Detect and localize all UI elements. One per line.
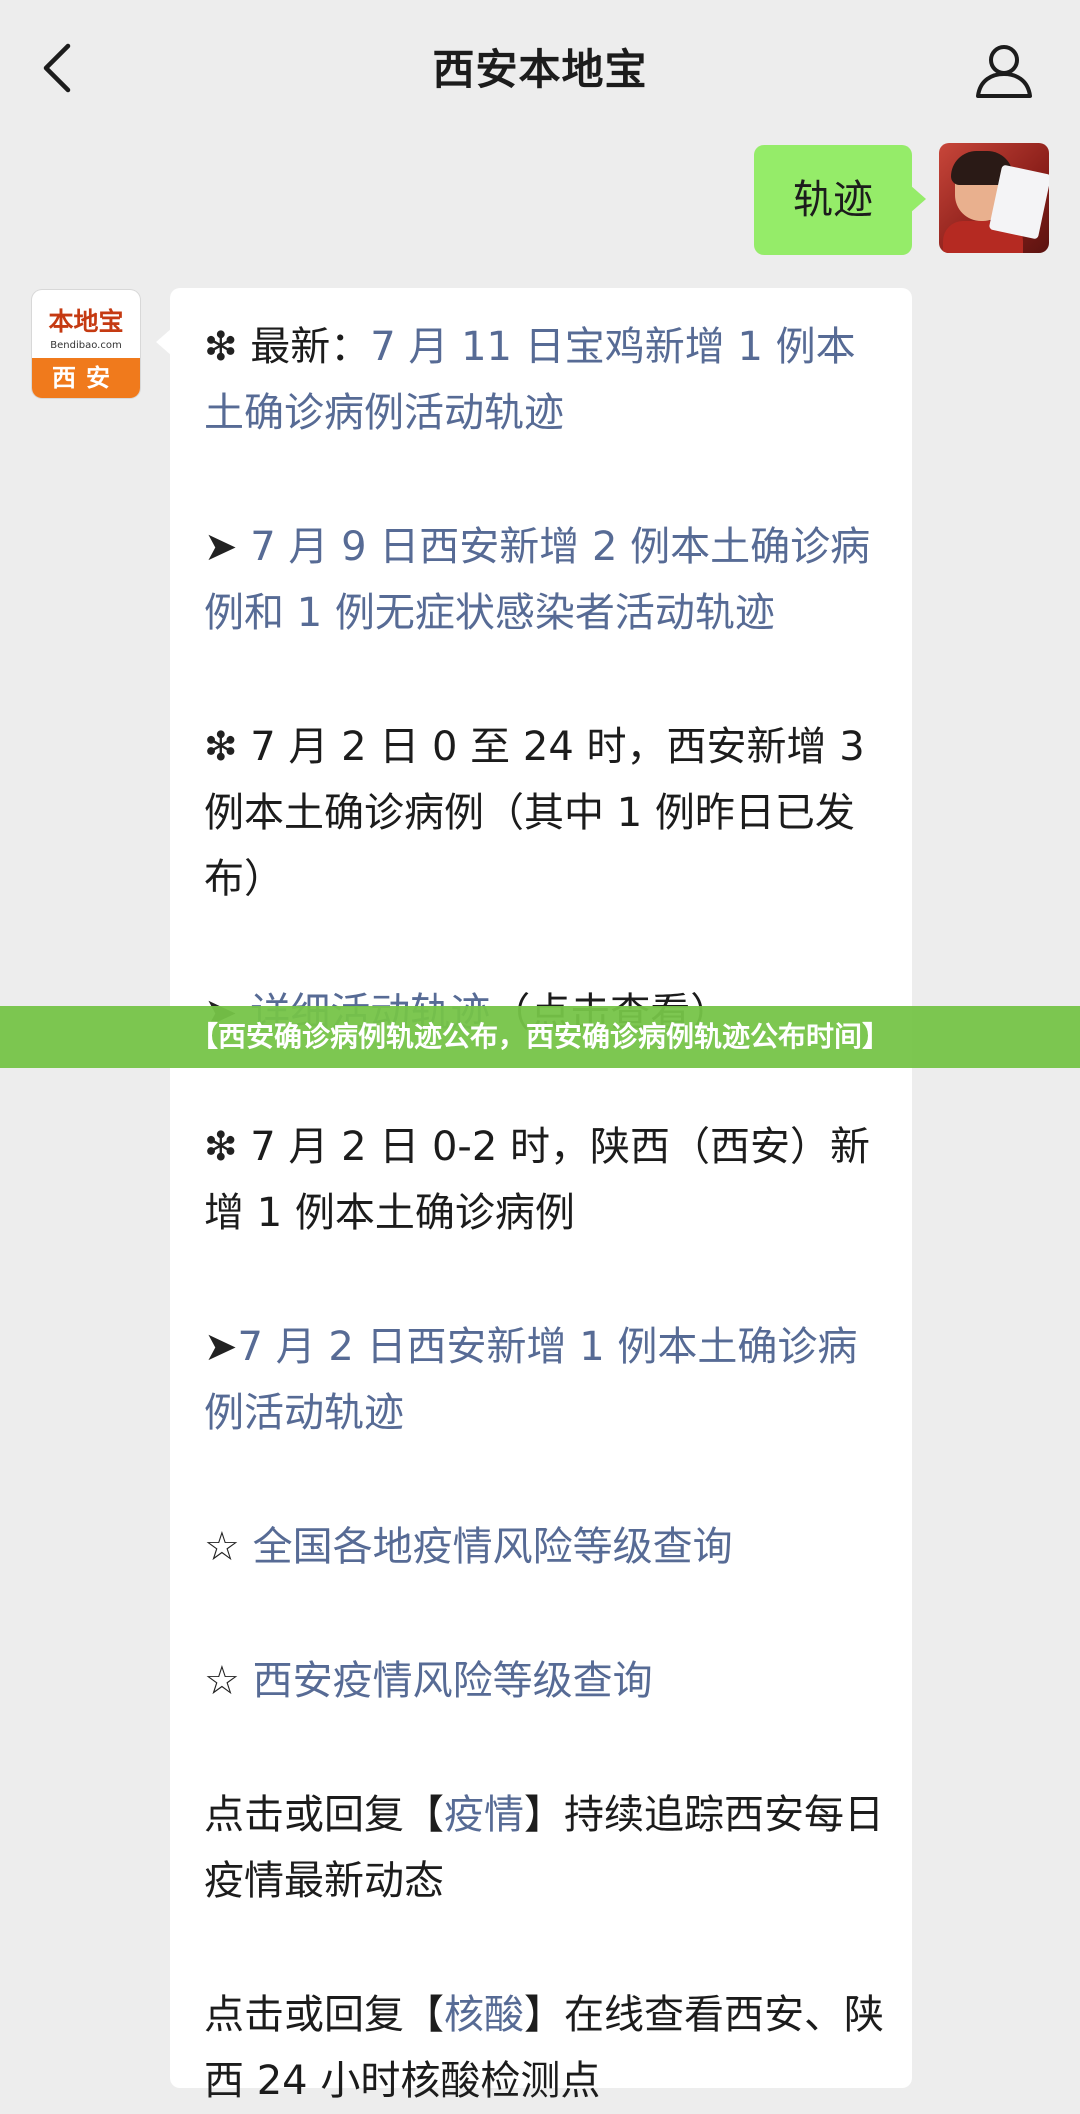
message-prefix: 点击或回复【: [204, 1792, 444, 1838]
message-link[interactable]: 核酸: [444, 1992, 524, 2038]
message-link[interactable]: 7 月 9 日西安新增 2 例本土确诊病例和 1 例无症状感染者活动轨迹: [204, 524, 870, 636]
user-profile-icon[interactable]: [972, 38, 1036, 102]
message-item[interactable]: ➤7 月 2 日西安新增 1 例本土确诊病例活动轨迹: [204, 1314, 894, 1446]
top-bar: 西安本地宝: [0, 0, 1080, 140]
user-avatar[interactable]: [939, 143, 1049, 253]
avatar-domain-text: Bendibao.com: [50, 340, 122, 351]
message-content: ❇ 最新：7 月 11 日宝鸡新增 1 例本土确诊病例活动轨迹 ➤ 7 月 9 日…: [204, 314, 894, 2114]
message-item[interactable]: ☆ 全国各地疫情风险等级查询: [204, 1514, 894, 1580]
message-item[interactable]: ❇ 最新：7 月 11 日宝鸡新增 1 例本土确诊病例活动轨迹: [204, 314, 894, 446]
message-item: ❇ 7 月 2 日 0-2 时，陕西（西安）新增 1 例本土确诊病例: [204, 1114, 894, 1246]
message-prefix: 7 月 2 日 0 至 24 时，西安新增 3 例本土确诊病例（其中 1 例昨日…: [204, 724, 865, 902]
message-marker: ➤: [204, 1324, 238, 1370]
message-marker: ❇: [204, 1124, 238, 1170]
message-link[interactable]: 西安疫情风险等级查询: [253, 1658, 653, 1704]
message-marker: ➤: [204, 524, 238, 570]
official-account-avatar[interactable]: 本地宝 Bendibao.com 西安: [32, 290, 140, 398]
message-prefix: [240, 1658, 253, 1704]
avatar-city-text: 西安: [32, 358, 140, 398]
avatar-brand-text: 本地宝: [48, 307, 124, 336]
message-item: ❇ 7 月 2 日 0 至 24 时，西安新增 3 例本土确诊病例（其中 1 例…: [204, 714, 894, 912]
message-item[interactable]: 点击或回复【核酸】在线查看西安、陕西 24 小时核酸检测点: [204, 1982, 894, 2114]
message-marker: ❇: [204, 324, 238, 370]
outgoing-message-text: 轨迹: [793, 177, 873, 223]
message-prefix: [240, 1524, 253, 1570]
message-link[interactable]: 全国各地疫情风险等级查询: [253, 1524, 733, 1570]
message-item[interactable]: 点击或回复【疫情】持续追踪西安每日疫情最新动态: [204, 1782, 894, 1914]
message-prefix: 最新：: [237, 324, 371, 370]
incoming-message-bubble: ❇ 最新：7 月 11 日宝鸡新增 1 例本土确诊病例活动轨迹 ➤ 7 月 9 日…: [156, 288, 912, 2104]
message-link[interactable]: 疫情: [444, 1792, 524, 1838]
message-prefix: 7 月 2 日 0-2 时，陕西（西安）新增 1 例本土确诊病例: [204, 1124, 871, 1236]
message-item[interactable]: ☆ 西安疫情风险等级查询: [204, 1648, 894, 1714]
outgoing-message-bubble[interactable]: 轨迹: [754, 145, 926, 255]
message-prefix: 点击或回复【: [204, 1992, 444, 2038]
headline-banner: 【西安确诊病例轨迹公布，西安确诊病例轨迹公布时间】: [0, 1006, 1080, 1068]
message-marker: ❇: [204, 724, 238, 770]
message-marker: ☆: [204, 1658, 240, 1704]
message-item[interactable]: ➤ 7 月 9 日西安新增 2 例本土确诊病例和 1 例无症状感染者活动轨迹: [204, 514, 894, 646]
message-prefix: [238, 524, 251, 570]
message-link[interactable]: 7 月 2 日西安新增 1 例本土确诊病例活动轨迹: [204, 1324, 857, 1436]
page-title: 西安本地宝: [432, 45, 648, 94]
message-marker: ☆: [204, 1524, 240, 1570]
